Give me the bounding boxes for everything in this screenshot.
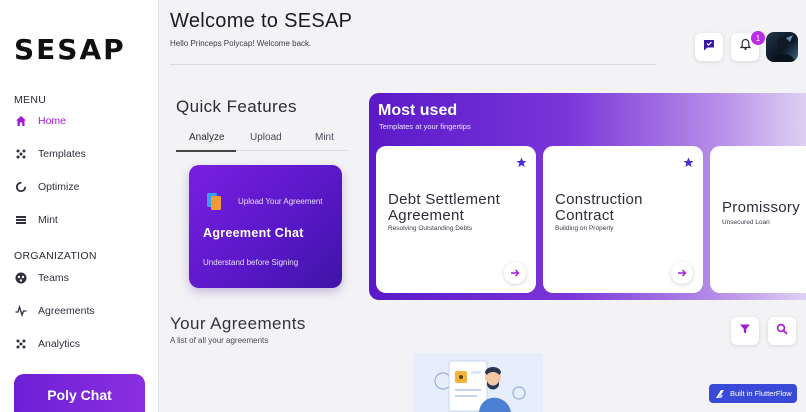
most-used-title: Most used [378,102,458,119]
sidebar-item-home[interactable]: Home [14,111,66,131]
optimize-icon [14,180,28,194]
flutterflow-badge-label: Built in FlutterFlow [730,389,792,398]
template-card-construction-contract[interactable]: Construction Contract Building on Proper… [543,146,703,293]
sidebar-item-label: Mint [38,214,58,226]
template-subtitle: Resolving Outstanding Debts [388,225,473,232]
notification-badge: 1 [751,31,765,45]
header-divider [170,64,656,65]
tab-mint[interactable]: Mint [315,132,334,143]
star-icon[interactable] [683,155,694,167]
search-button[interactable] [768,317,796,345]
template-title: Debt Settlement Agreement [388,191,501,224]
template-title: Promissory [722,199,801,216]
page-title: Welcome to SESAP [170,10,353,32]
bell-icon [739,38,752,56]
template-subtitle: Building on Property [555,225,614,232]
sidebar-item-optimize[interactable]: Optimize [14,177,79,197]
sidebar-item-templates[interactable]: Templates [14,144,86,164]
sidebar-item-label: Agreements [38,305,95,317]
sidebar-item-teams[interactable]: Teams [14,268,69,288]
search-icon [776,322,788,340]
arrow-right-icon[interactable] [504,262,526,284]
mint-icon [14,213,28,227]
sidebar-item-agreements[interactable]: Agreements [14,301,95,321]
template-card-promissory[interactable]: Promissory Unsecured Loan [710,146,806,293]
sidebar-item-mint[interactable]: Mint [14,210,58,230]
your-agreements-subtitle: A list of all your agreements [170,336,269,345]
template-card-debt-settlement[interactable]: Debt Settlement Agreement Resolving Outs… [376,146,536,293]
built-in-flutterflow-badge[interactable]: Built in FlutterFlow [709,384,797,403]
empty-agreements-illustration [413,353,543,412]
agreements-icon [14,304,28,318]
templates-icon [14,147,28,161]
quick-features-title: Quick Features [176,97,297,116]
chat-icon [702,38,716,57]
tab-analyze[interactable]: Analyze [189,132,225,143]
sidebar: SESAP MENU Home Templates Optimize Mint … [0,0,159,412]
chat-button[interactable] [695,33,723,61]
active-tab-indicator [176,150,236,152]
home-icon [14,114,28,128]
document-icon [207,193,221,210]
tab-upload[interactable]: Upload [250,132,282,143]
agreement-chat-title: Agreement Chat [203,226,304,240]
template-title: Construction Contract [555,191,643,224]
flutterflow-logo-icon [715,389,725,399]
avatar[interactable] [766,32,798,62]
filter-button[interactable] [731,317,759,345]
welcome-subtitle: Hello Princeps Polycap! Welcome back. [170,39,312,48]
poly-chat-button[interactable]: Poly Chat [14,374,145,412]
sidebar-item-analytics[interactable]: Analytics [14,334,80,354]
filter-icon [739,322,751,340]
your-agreements-title: Your Agreements [170,314,306,333]
app-logo[interactable]: SESAP [14,33,126,66]
arrow-right-icon[interactable] [671,262,693,284]
agreement-chat-subtitle: Understand before Signing [203,258,299,267]
sidebar-item-label: Optimize [38,181,80,193]
teams-icon [14,271,28,285]
sidebar-item-label: Analytics [38,338,81,350]
menu-section-label: MENU [14,94,47,106]
template-subtitle: Unsecured Loan [722,219,770,226]
most-used-subtitle: Templates at your fingertips [379,122,471,131]
star-icon[interactable] [516,155,527,167]
upload-agreement-label[interactable]: Upload Your Agreement [238,197,323,206]
sidebar-item-label: Templates [38,148,86,160]
agreement-chat-card[interactable]: Upload Your Agreement Agreement Chat Und… [189,165,342,288]
analytics-icon [14,337,28,351]
organization-section-label: ORGANIZATION [14,250,97,262]
sidebar-item-label: Teams [38,272,69,284]
sidebar-item-label: Home [38,115,67,127]
